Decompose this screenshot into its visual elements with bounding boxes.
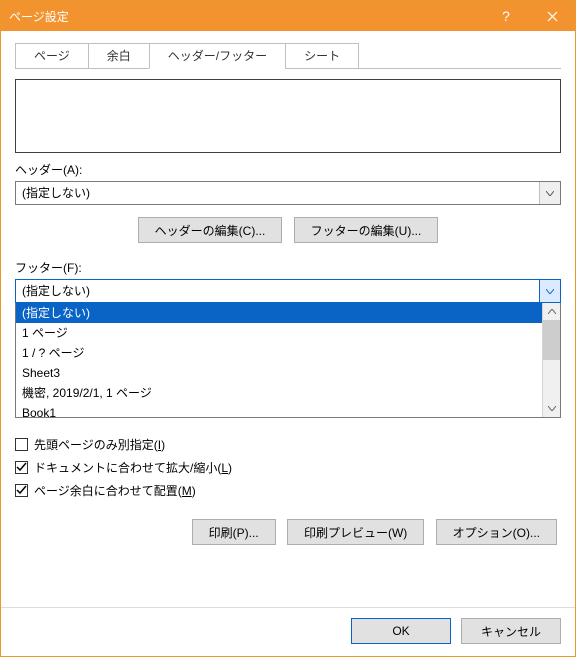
checkbox-icon [15, 461, 28, 474]
scroll-track[interactable] [543, 360, 560, 400]
footer-dropdown-items: (指定しない) 1 ページ 1 / ? ページ Sheet3 機密, 2019/… [16, 303, 542, 417]
footer-dropdown-list: (指定しない) 1 ページ 1 / ? ページ Sheet3 機密, 2019/… [15, 303, 561, 418]
check-icon [16, 462, 27, 473]
footer-option-4[interactable]: 機密, 2019/2/1, 1 ページ [16, 383, 542, 403]
print-button[interactable]: 印刷(P)... [192, 519, 276, 545]
footer-combo[interactable]: (指定しない) [15, 279, 561, 303]
window-title: ページ設定 [1, 8, 483, 25]
edit-footer-button[interactable]: フッターの編集(U)... [294, 217, 439, 243]
edit-buttons-row: ヘッダーの編集(C)... フッターの編集(U)... [15, 217, 561, 243]
scroll-thumb[interactable] [543, 320, 560, 360]
close-button[interactable] [529, 1, 575, 31]
cancel-button[interactable]: キャンセル [461, 618, 561, 644]
footer-label-text: フッター(F): [15, 261, 82, 275]
footer-option-2[interactable]: 1 / ? ページ [16, 343, 542, 363]
tab-sheet[interactable]: シート [285, 43, 359, 69]
header-combo-button[interactable] [539, 182, 560, 204]
footer-option-5[interactable]: Book1 [16, 403, 542, 417]
check-scale-doc-label: ドキュメントに合わせて拡大/縮小(L) [34, 459, 232, 476]
scroll-down-button[interactable] [543, 400, 560, 417]
checkbox-group: 先頭ページのみ別指定(I) ドキュメントに合わせて拡大/縮小(L) ページ余白に… [15, 430, 561, 505]
footer-option-3[interactable]: Sheet3 [16, 363, 542, 383]
footer-combo-wrap: (指定しない) (指定しない) 1 ページ 1 / ? ページ Sheet3 機… [15, 279, 561, 418]
header-preview [15, 79, 561, 153]
scroll-up-button[interactable] [543, 303, 560, 320]
header-combo-value: (指定しない) [16, 182, 539, 204]
print-preview-button[interactable]: 印刷プレビュー(W) [287, 519, 424, 545]
check-align-margin-label: ページ余白に合わせて配置(M) [34, 482, 196, 499]
tab-strip: ページ 余白 ヘッダー/フッター シート [15, 43, 561, 69]
tab-spacer [358, 43, 561, 69]
help-button[interactable]: ? [483, 1, 529, 31]
dropdown-scrollbar[interactable] [542, 303, 560, 417]
tab-header-footer[interactable]: ヘッダー/フッター [149, 43, 286, 69]
checkbox-icon [15, 484, 28, 497]
dialog-body: ページ 余白 ヘッダー/フッター シート ヘッダー(A): (指定しない) ヘッ… [1, 31, 575, 607]
close-icon [547, 11, 558, 22]
footer-label: フッター(F): [15, 259, 561, 276]
footer-option-0[interactable]: (指定しない) [16, 303, 542, 323]
tab-page[interactable]: ページ [15, 43, 89, 69]
chevron-down-icon [546, 289, 554, 294]
ok-button[interactable]: OK [351, 618, 451, 644]
header-label: ヘッダー(A): [15, 161, 561, 178]
dialog-window: ページ設定 ? ページ 余白 ヘッダー/フッター シート ヘッダー(A): (指… [0, 0, 576, 657]
chevron-down-icon [546, 191, 554, 196]
check-align-margin[interactable]: ページ余白に合わせて配置(M) [15, 482, 561, 499]
dialog-footer: OK キャンセル [1, 607, 575, 656]
footer-combo-button[interactable] [539, 280, 560, 302]
chevron-down-icon [548, 406, 556, 411]
checkbox-icon [15, 438, 28, 451]
edit-header-button[interactable]: ヘッダーの編集(C)... [138, 217, 283, 243]
check-diff-first[interactable]: 先頭ページのみ別指定(I) [15, 436, 561, 453]
check-icon [16, 485, 27, 496]
options-button[interactable]: オプション(O)... [436, 519, 557, 545]
check-scale-doc[interactable]: ドキュメントに合わせて拡大/縮小(L) [15, 459, 561, 476]
header-combo[interactable]: (指定しない) [15, 181, 561, 205]
action-buttons-row: 印刷(P)... 印刷プレビュー(W) オプション(O)... [15, 519, 561, 545]
footer-combo-value: (指定しない) [16, 280, 539, 302]
header-label-text: ヘッダー(A): [15, 163, 82, 177]
check-diff-first-label: 先頭ページのみ別指定(I) [34, 436, 165, 453]
tab-margins[interactable]: 余白 [88, 43, 150, 69]
footer-option-1[interactable]: 1 ページ [16, 323, 542, 343]
titlebar: ページ設定 ? [1, 1, 575, 31]
chevron-up-icon [548, 309, 556, 314]
